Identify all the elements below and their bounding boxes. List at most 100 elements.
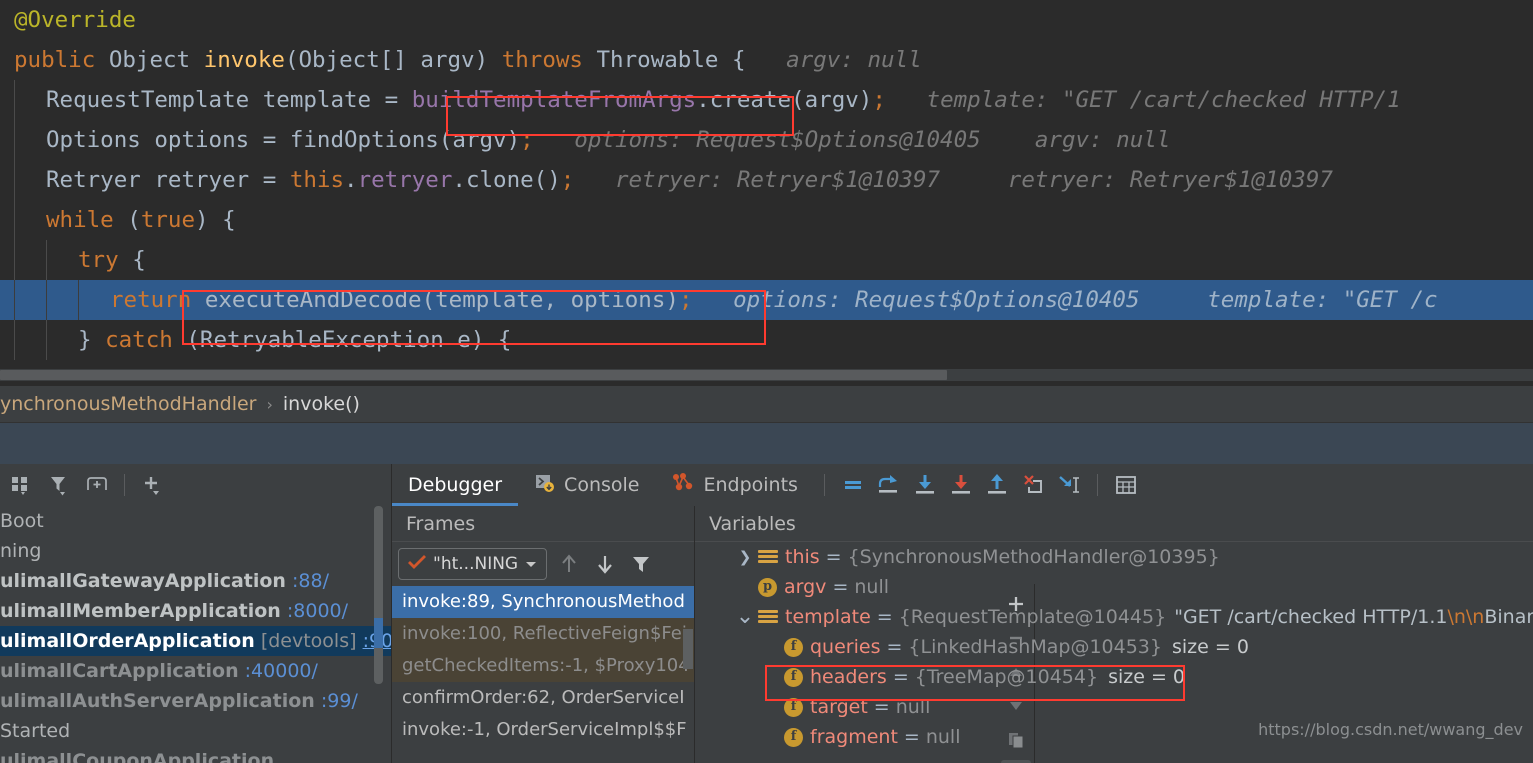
- equals-sign: =: [832, 576, 849, 598]
- tab-endpoints[interactable]: Endpoints: [655, 464, 813, 506]
- service-port-link[interactable]: :99/: [321, 690, 358, 712]
- service-row-auth[interactable]: ulimallAuthServerApplication :99/: [0, 686, 391, 716]
- frames-down-icon[interactable]: [591, 550, 619, 578]
- frame-row-confirm-order[interactable]: confirmOrder:62, OrderServiceI: [392, 682, 694, 714]
- breadcrumb-class[interactable]: ynchronousMethodHandler: [0, 393, 256, 415]
- line-retryer-token-4: .clone(): [452, 167, 561, 193]
- escape-sequence: \n: [1465, 606, 1485, 628]
- line-return-execute[interactable]: return executeAndDecode(template, option…: [0, 280, 1533, 320]
- object-field-icon: [758, 609, 778, 625]
- add-tab-icon[interactable]: [80, 468, 114, 502]
- navigation-strip: [0, 422, 1533, 464]
- bottom-tool-window: Boot ning ulimallGatewayApplication :88/ul…: [0, 464, 1533, 763]
- variables-header: Variables: [695, 506, 1533, 542]
- service-port-link[interactable]: :40000/: [245, 660, 318, 682]
- line-retryer-token-1: this: [289, 167, 345, 193]
- equals-sign: =: [825, 546, 842, 568]
- chevron-right-icon[interactable]: ❯: [732, 542, 758, 572]
- service-row-coupon[interactable]: ulimallCouponApplication: [0, 746, 391, 763]
- services-scrollbar[interactable]: [374, 506, 383, 763]
- indent-guide: [46, 320, 47, 360]
- frame-row-invoke-minus1[interactable]: invoke:-1, OrderServiceImpl$$F: [392, 714, 694, 746]
- service-row-started[interactable]: Started: [0, 716, 391, 746]
- line-retryer-inline-hint: retryer: Retryer$1@10397 retryer: Retrye…: [574, 167, 1333, 193]
- services-list[interactable]: Boot ning ulimallGatewayApplication :88/ul…: [0, 506, 392, 763]
- service-row-gateway[interactable]: ulimallGatewayApplication :88/: [0, 566, 391, 596]
- editor-scrollbar-thumb[interactable]: [0, 370, 947, 380]
- frame-row-invoke-100[interactable]: invoke:100, ReflectiveFeign$Fei: [392, 618, 694, 650]
- show-execution-point-icon[interactable]: [835, 467, 871, 503]
- run-to-cursor-icon[interactable]: [1051, 467, 1087, 503]
- line-request-template-inline-hint: template: "GET /cart/checked HTTP/1: [885, 87, 1401, 113]
- field-icon: f: [784, 727, 803, 747]
- add-service-icon[interactable]: [135, 468, 169, 502]
- indent-guide: [46, 280, 47, 320]
- indent-guide: [14, 240, 15, 280]
- variable-row-template[interactable]: ⌄ template = {RequestTemplate@10445} "GET /c…: [732, 602, 1533, 632]
- service-devtools-tag: [devtools]: [260, 630, 357, 652]
- line-retryer[interactable]: Retryer retryer = this.retryer.clone(); …: [0, 160, 1533, 200]
- line-catch[interactable]: } catch (RetryableException e) {: [0, 320, 1533, 360]
- chevron-down-icon[interactable]: ⌄: [732, 602, 758, 632]
- line-request-template[interactable]: RequestTemplate template = buildTemplate…: [0, 80, 1533, 120]
- step-into-icon[interactable]: [907, 467, 943, 503]
- service-port-link[interactable]: :8000/: [287, 600, 348, 622]
- line-catch-token-1: catch: [105, 327, 187, 353]
- console-icon: [534, 472, 556, 499]
- line-while-token-2: true: [140, 207, 196, 233]
- breadcrumb-method[interactable]: invoke(): [283, 393, 360, 415]
- frames-filter-icon[interactable]: [627, 550, 655, 578]
- breadcrumb[interactable]: ynchronousMethodHandler › invoke(): [0, 386, 1533, 422]
- variable-name: template: [785, 606, 871, 628]
- frames-header: Frames: [392, 506, 694, 542]
- step-out-icon[interactable]: [979, 467, 1015, 503]
- variable-row-queries[interactable]: f queries = {LinkedHashMap@10453} size = 0: [732, 632, 1533, 662]
- group-by-icon[interactable]: [4, 468, 38, 502]
- service-row-running[interactable]: ning: [0, 536, 391, 566]
- line-method-signature-token-1: Object: [108, 47, 204, 73]
- field-icon: f: [784, 667, 803, 687]
- variable-row-target[interactable]: f target = null: [732, 692, 1533, 722]
- frames-up-icon[interactable]: [555, 550, 583, 578]
- force-step-into-icon[interactable]: [943, 467, 979, 503]
- service-name: ulimallAuthServerApplication: [0, 690, 315, 712]
- filter-icon[interactable]: [42, 468, 76, 502]
- tab-console[interactable]: Console: [518, 464, 655, 506]
- indent-guide: [14, 280, 15, 320]
- variable-row-headers[interactable]: f headers = {TreeMap@10454} size = 0: [732, 662, 1533, 692]
- service-row-boot[interactable]: Boot: [0, 506, 391, 536]
- line-annotation[interactable]: @Override: [0, 0, 1533, 40]
- editor-horizontal-scrollbar[interactable]: [0, 369, 1533, 381]
- services-scrollbar-thumb[interactable]: [374, 506, 383, 684]
- services-scrollbar-marker: [374, 618, 383, 648]
- line-method-signature[interactable]: public Object invoke(Object[] argv) thro…: [0, 40, 1533, 80]
- escape-sequence: \n: [1447, 606, 1466, 628]
- thread-selector[interactable]: "ht...NING: [398, 548, 548, 580]
- frame-row-get-checked-items[interactable]: getCheckedItems:-1, $Proxy104: [392, 650, 694, 682]
- service-row-order[interactable]: ulimallOrderApplication [devtools] :9000…: [0, 626, 391, 656]
- frames-scrollbar-thumb[interactable]: [683, 629, 693, 669]
- variable-name: target: [810, 696, 868, 718]
- service-row-cart[interactable]: ulimallCartApplication :40000/: [0, 656, 391, 686]
- drop-frame-icon[interactable]: [1015, 467, 1051, 503]
- indent-guide: [14, 120, 15, 160]
- line-try[interactable]: try {: [0, 240, 1533, 280]
- line-while[interactable]: while (true) {: [0, 200, 1533, 240]
- line-method-signature-token-3: (Object[] argv): [284, 47, 502, 73]
- parameter-icon: p: [758, 577, 777, 597]
- evaluate-expression-icon[interactable]: [1108, 467, 1144, 503]
- line-options[interactable]: Options options = findOptions(argv); opt…: [0, 120, 1533, 160]
- line-return-execute-token-2: options): [570, 287, 679, 313]
- frame-row-invoke-89[interactable]: invoke:89, SynchronousMethod: [392, 586, 694, 618]
- debugger-tab-bar: Debugger Console Endpoints: [392, 464, 1533, 506]
- step-over-icon[interactable]: [871, 467, 907, 503]
- code-editor[interactable]: @Override public Object invoke(Object[] a…: [0, 0, 1533, 375]
- toolbar-divider: [124, 474, 125, 496]
- variable-row-this[interactable]: ❯ this = {SynchronousMethodHandler@10395}: [732, 542, 1533, 572]
- service-row-member[interactable]: ulimallMemberApplication :8000/: [0, 596, 391, 626]
- tab-debugger[interactable]: Debugger: [392, 464, 519, 506]
- indent-guide: [14, 160, 15, 200]
- variable-row-argv[interactable]: p argv = null: [732, 572, 1533, 602]
- tab-console-label: Console: [564, 474, 640, 496]
- service-port-link[interactable]: :88/: [292, 570, 329, 592]
